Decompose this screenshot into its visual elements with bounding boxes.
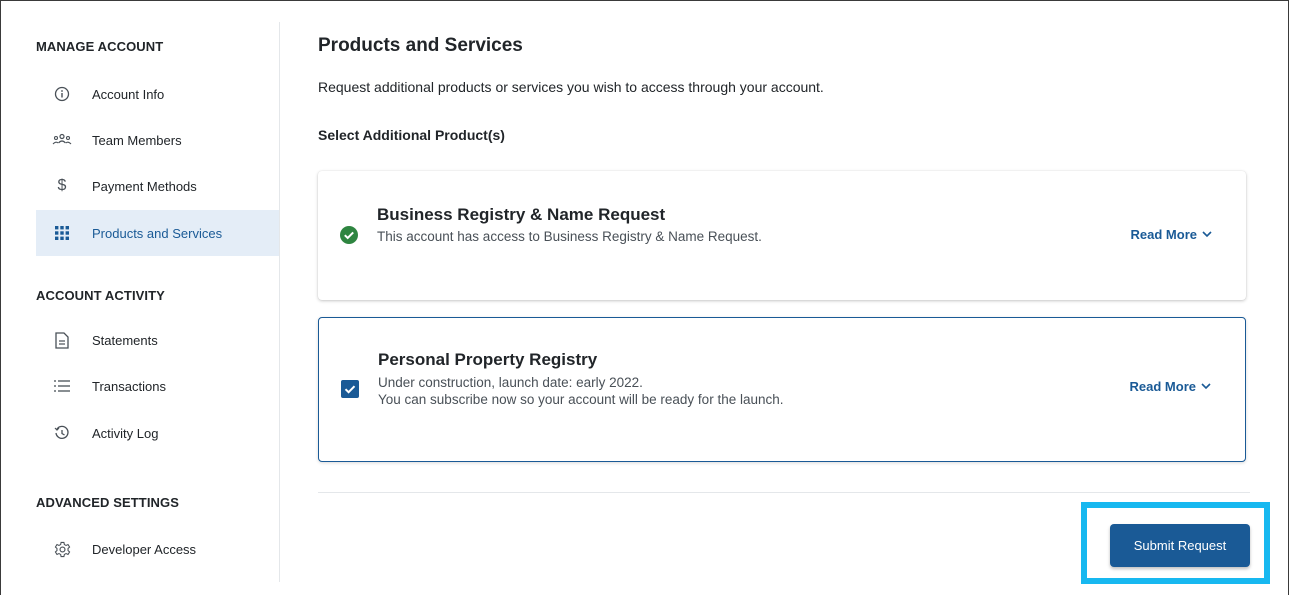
chevron-down-icon	[1201, 383, 1211, 390]
grid-icon	[52, 223, 72, 243]
checkbox[interactable]	[341, 380, 359, 398]
product-title: Business Registry & Name Request	[377, 205, 666, 224]
sidebar-item-label: Payment Methods	[92, 178, 197, 194]
sidebar-item-payment-methods[interactable]: $ Payment Methods	[36, 163, 279, 209]
sidebar-item-transactions[interactable]: Transactions	[36, 363, 279, 409]
sidebar-item-label: Developer Access	[92, 541, 197, 557]
sidebar-item-products-and-services[interactable]: Products and Services	[36, 210, 279, 256]
read-more-button[interactable]: Read More	[1130, 379, 1211, 394]
gear-icon	[52, 539, 72, 559]
submit-request-button[interactable]: Submit Request	[1110, 524, 1250, 567]
dollar-icon: $	[57, 177, 67, 194]
read-more-label: Read More	[1129, 379, 1196, 394]
page-description: Request additional products or services …	[318, 79, 824, 95]
page-title: Products and Services	[318, 35, 523, 56]
read-more-button[interactable]: Read More	[1131, 227, 1212, 242]
product-card-personal-property-registry: Personal Property Registry Under constru…	[318, 317, 1246, 462]
sidebar-item-label: Activity Log	[92, 425, 159, 441]
sidebar-item-account-info[interactable]: Account Info	[36, 71, 279, 117]
document-icon	[52, 330, 72, 350]
product-title: Personal Property Registry	[378, 350, 598, 369]
team-icon	[52, 130, 72, 150]
checkbox-checked-icon	[341, 380, 359, 398]
select-products-label: Select Additional Product(s)	[318, 127, 505, 143]
sidebar-item-label: Team Members	[92, 132, 182, 148]
sidebar-item-team-members[interactable]: Team Members	[36, 117, 279, 163]
sidebar-item-developer-access[interactable]: Developer Access	[36, 526, 279, 572]
sidebar-item-label: Account Info	[92, 86, 165, 102]
check-circle-icon	[340, 226, 358, 244]
sidebar-item-label: Transactions	[92, 378, 166, 394]
section-title-manage-account: MANAGE ACCOUNT	[36, 39, 164, 54]
section-title-advanced-settings: ADVANCED SETTINGS	[36, 495, 180, 510]
sidebar-item-statements[interactable]: Statements	[36, 317, 279, 363]
sidebar-item-label: Statements	[92, 332, 158, 348]
sidebar-item-activity-log[interactable]: Activity Log	[36, 410, 279, 456]
divider	[318, 492, 1250, 493]
info-icon	[52, 84, 72, 104]
product-description: This account has access to Business Regi…	[377, 229, 762, 244]
sidebar-item-label: Products and Services	[92, 225, 223, 241]
section-title-account-activity: ACCOUNT ACTIVITY	[36, 288, 165, 303]
product-description-line: You can subscribe now so your account wi…	[378, 392, 784, 407]
chevron-down-icon	[1202, 231, 1212, 238]
read-more-label: Read More	[1130, 227, 1197, 242]
list-icon	[52, 376, 72, 396]
product-description-line: Under construction, launch date: early 2…	[378, 375, 643, 390]
product-card-business-registry: Business Registry & Name Request This ac…	[318, 171, 1246, 300]
sidebar: MANAGE ACCOUNT Account Info Team Members…	[18, 22, 280, 582]
history-icon	[52, 423, 72, 443]
